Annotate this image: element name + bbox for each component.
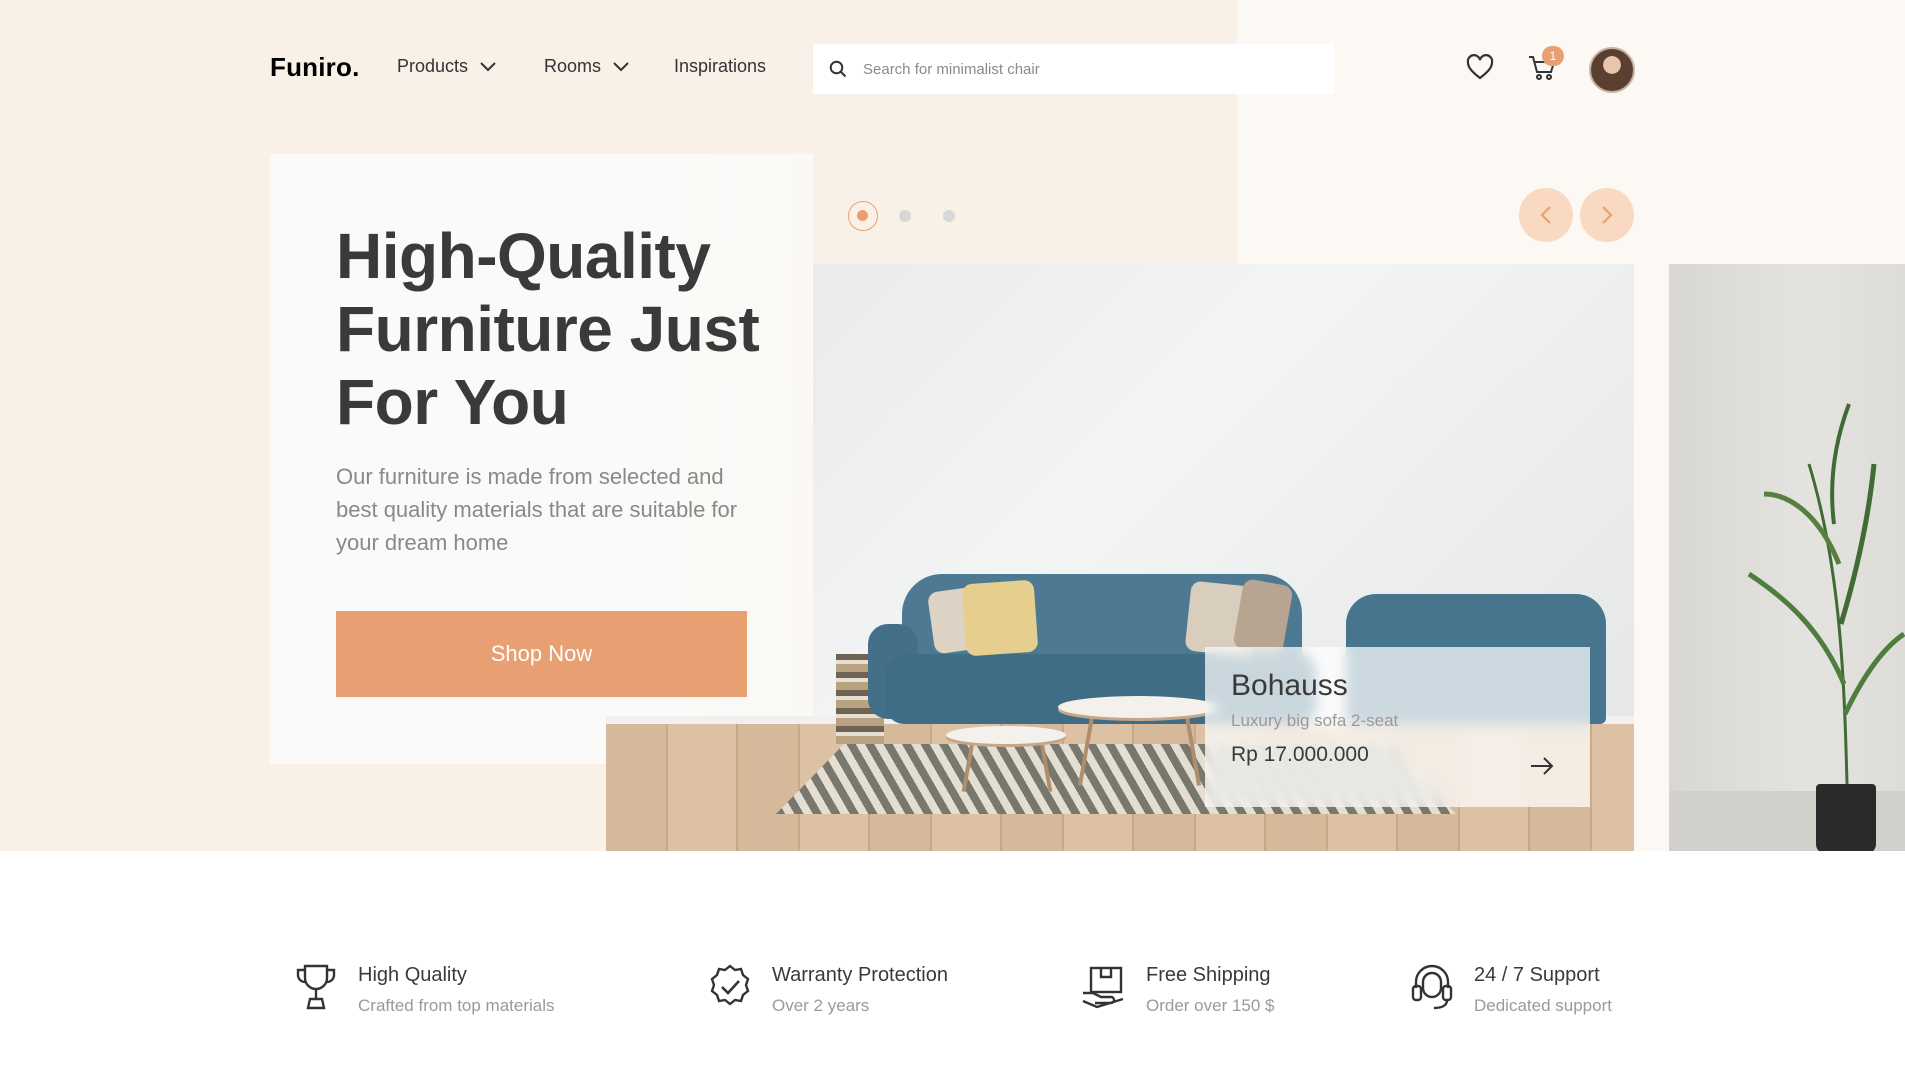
heart-icon xyxy=(1466,54,1494,80)
feature-title: Free Shipping xyxy=(1146,964,1271,986)
support-icon xyxy=(1411,964,1453,1010)
feature-subtitle: Crafted from top materials xyxy=(358,996,555,1015)
slider-next-button[interactable] xyxy=(1580,188,1634,242)
wishlist-button[interactable] xyxy=(1466,54,1494,85)
slider-prev-button[interactable] xyxy=(1519,188,1573,242)
shipping-icon xyxy=(1082,966,1124,1009)
plant-pot xyxy=(1816,784,1876,851)
feature-title: High Quality xyxy=(358,964,467,986)
arrow-right-icon[interactable] xyxy=(1530,757,1554,775)
slider-dot-3[interactable] xyxy=(943,210,955,222)
product-name: Bohauss xyxy=(1231,669,1348,702)
chevron-right-icon xyxy=(1602,206,1613,224)
pillow xyxy=(961,579,1039,657)
plant-icon xyxy=(1747,403,1905,785)
cart-count-badge: 1 xyxy=(1542,46,1564,66)
chevron-down-icon xyxy=(480,61,496,71)
nav-rooms-label: Rooms xyxy=(544,56,602,76)
next-slide-preview xyxy=(1669,264,1905,851)
search-bar[interactable] xyxy=(813,44,1334,94)
feature-high-quality: High Quality Crafted from top materials xyxy=(292,963,555,1016)
product-subtitle: Luxury big sofa 2-seat xyxy=(1231,711,1399,730)
nav-rooms[interactable]: Rooms xyxy=(544,56,629,77)
coffee-table-large xyxy=(1058,696,1218,718)
feature-support: 24 / 7 Support Dedicated support xyxy=(1408,963,1612,1016)
user-avatar[interactable] xyxy=(1589,47,1635,93)
nav-products-label: Products xyxy=(397,56,469,76)
feature-title: Warranty Protection xyxy=(772,964,948,986)
nav-inspirations[interactable]: Inspirations xyxy=(674,56,766,77)
chevron-down-icon xyxy=(613,61,629,71)
brand-logo[interactable]: Funiro. xyxy=(270,52,360,83)
feature-subtitle: Over 2 years xyxy=(772,996,870,1015)
coffee-table-small xyxy=(946,726,1066,744)
nav-products[interactable]: Products xyxy=(397,56,496,77)
badge-check-icon xyxy=(710,964,750,1006)
feature-subtitle: Dedicated support xyxy=(1474,996,1612,1015)
feature-subtitle: Order over 150 $ xyxy=(1146,996,1275,1015)
trophy-icon xyxy=(296,964,336,1010)
chevron-left-icon xyxy=(1540,206,1551,224)
product-price: Rp 17.000.000 xyxy=(1231,743,1369,766)
product-card[interactable]: Bohauss Luxury big sofa 2-seat Rp 17.000… xyxy=(1205,647,1590,807)
search-icon xyxy=(829,60,847,78)
slider-dot-1[interactable] xyxy=(848,201,878,231)
feature-title: 24 / 7 Support xyxy=(1474,964,1600,986)
nav-inspirations-label: Inspirations xyxy=(674,56,767,76)
feature-warranty: Warranty Protection Over 2 years xyxy=(706,963,948,1016)
search-input[interactable] xyxy=(863,60,1303,78)
feature-free-shipping: Free Shipping Order over 150 $ xyxy=(1080,963,1275,1016)
slider-dot-2[interactable] xyxy=(899,210,911,222)
